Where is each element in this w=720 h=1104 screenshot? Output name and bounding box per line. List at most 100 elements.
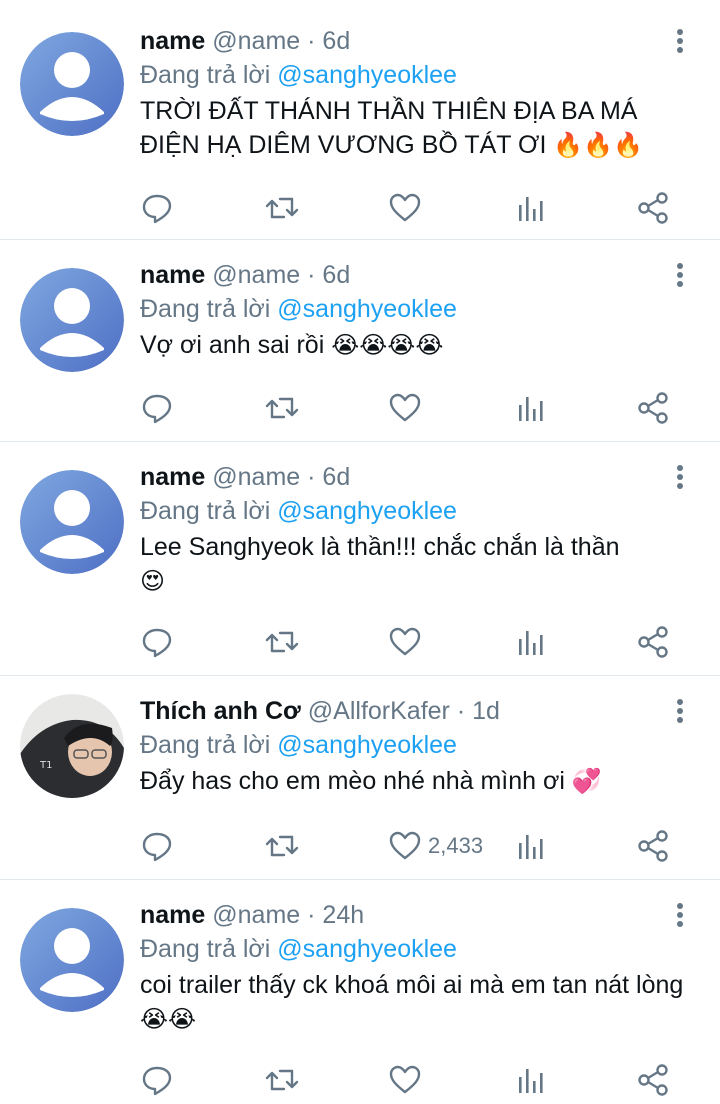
share-button[interactable] (636, 622, 670, 662)
handle[interactable]: @name (212, 261, 300, 289)
display-name[interactable]: name (140, 27, 205, 55)
more-options-icon[interactable] (668, 694, 692, 728)
avatar[interactable] (20, 32, 124, 136)
like-button[interactable] (388, 1060, 428, 1100)
mention-link[interactable]: @sanghyeoklee (277, 731, 457, 759)
analytics-button[interactable] (516, 188, 546, 228)
reply-tweet[interactable]: name @name · 6d Đang trả lời @sanghyeokl… (0, 442, 720, 676)
like-button[interactable] (388, 622, 428, 662)
share-icon (638, 392, 668, 424)
tweet-emoji: 😭😭😭😭 (331, 331, 444, 359)
reply-tweet[interactable]: name @name · 6d Đang trả lời @sanghyeokl… (0, 0, 720, 240)
mention-link[interactable]: @sanghyeoklee (277, 61, 457, 89)
heart-icon (389, 831, 421, 860)
share-icon (638, 626, 668, 658)
action-bar (0, 622, 720, 662)
display-name[interactable]: name (140, 261, 205, 289)
tweet-text: Lee Sanghyeok là thần!!! chắc chắn là th… (140, 530, 696, 598)
reply-tweet[interactable]: name @name · 6d Đang trả lời @sanghyeokl… (0, 240, 720, 442)
tweet-emoji: 😍 (140, 567, 166, 595)
like-button[interactable]: 2,433 (388, 826, 483, 866)
display-name[interactable]: name (140, 901, 205, 929)
heart-icon (389, 1065, 421, 1094)
handle[interactable]: @name (212, 901, 300, 929)
share-button[interactable] (636, 1060, 670, 1100)
tweet-text-body: Vợ ơi anh sai rồi (140, 331, 325, 359)
action-bar (0, 388, 720, 428)
svg-text:T1: T1 (39, 760, 52, 771)
reply-icon (142, 628, 172, 658)
default-avatar-icon (20, 32, 124, 136)
analytics-button[interactable] (516, 388, 546, 428)
like-button[interactable] (388, 188, 428, 228)
analytics-button[interactable] (516, 622, 546, 662)
reply-icon (142, 394, 172, 424)
retweet-button[interactable] (264, 826, 300, 866)
reply-context: Đang trả lời @sanghyeoklee (140, 494, 696, 528)
analytics-icon (519, 631, 543, 655)
reply-button[interactable] (140, 826, 174, 866)
reply-button[interactable] (140, 188, 174, 228)
retweet-icon (265, 397, 299, 419)
separator: · (307, 901, 316, 929)
more-options-icon[interactable] (668, 258, 692, 292)
like-count: 2,433 (428, 833, 484, 858)
retweet-button[interactable] (264, 1060, 300, 1100)
reply-button[interactable] (140, 622, 174, 662)
separator: · (307, 463, 316, 491)
share-icon (638, 1064, 668, 1096)
reply-icon (142, 194, 172, 224)
more-options-icon[interactable] (668, 460, 692, 494)
tweet-emoji: 🔥🔥🔥 (553, 131, 644, 159)
mention-link[interactable]: @sanghyeoklee (277, 295, 457, 323)
reply-button[interactable] (140, 388, 174, 428)
handle[interactable]: @name (212, 463, 300, 491)
share-button[interactable] (636, 826, 670, 866)
display-name[interactable]: Thích anh Cơ (140, 697, 301, 725)
tweet-text: TRỜI ĐẤT THÁNH THẦN THIÊN ĐỊA BA MÁ ĐIỆN… (140, 94, 696, 162)
reply-button[interactable] (140, 1060, 174, 1100)
display-name[interactable]: name (140, 463, 205, 491)
analytics-button[interactable] (516, 826, 546, 866)
default-avatar-icon (20, 470, 124, 574)
tweet-header: name @name · 6d (140, 24, 696, 58)
avatar[interactable] (20, 268, 124, 372)
analytics-button[interactable] (516, 1060, 546, 1100)
mention-link[interactable]: @sanghyeoklee (277, 497, 457, 525)
reply-tweet[interactable]: name @name · 24h Đang trả lời @sanghyeok… (0, 880, 720, 1102)
reply-tweet[interactable]: T1 Thích anh Cơ @AllforKafer · 1d Đang t… (0, 676, 720, 880)
retweet-button[interactable] (264, 188, 300, 228)
action-bar: 2,433 (0, 826, 720, 866)
analytics-icon (519, 1069, 543, 1093)
timestamp[interactable]: 6d (322, 463, 350, 491)
analytics-icon (519, 197, 543, 221)
handle[interactable]: @name (212, 27, 300, 55)
reply-icon (142, 832, 172, 862)
heart-icon (389, 627, 421, 656)
avatar[interactable] (20, 470, 124, 574)
more-options-icon[interactable] (668, 898, 692, 932)
tweet-text: Đẩy has cho em mèo nhé nhà mình ơi 💞 (140, 764, 696, 798)
tweet-header: name @name · 24h (140, 898, 696, 932)
handle[interactable]: @AllforKafer (308, 697, 450, 725)
share-button[interactable] (636, 388, 670, 428)
retweet-icon (265, 835, 299, 857)
action-bar (0, 1060, 720, 1100)
mention-link[interactable]: @sanghyeoklee (277, 935, 457, 963)
timestamp[interactable]: 6d (322, 27, 350, 55)
retweet-button[interactable] (264, 388, 300, 428)
reply-context: Đang trả lời @sanghyeoklee (140, 292, 696, 326)
avatar[interactable] (20, 908, 124, 1012)
tweet-emoji: 😭😭 (140, 1005, 197, 1033)
reply-prefix: Đang trả lời (140, 935, 271, 963)
tweet-header: Thích anh Cơ @AllforKafer · 1d (140, 694, 696, 728)
timestamp[interactable]: 1d (472, 697, 500, 725)
avatar[interactable]: T1 (20, 694, 124, 798)
timestamp[interactable]: 6d (322, 261, 350, 289)
more-options-icon[interactable] (668, 24, 692, 58)
like-button[interactable] (388, 388, 428, 428)
share-icon (638, 830, 668, 862)
share-button[interactable] (636, 188, 670, 228)
retweet-button[interactable] (264, 622, 300, 662)
timestamp[interactable]: 24h (322, 901, 364, 929)
